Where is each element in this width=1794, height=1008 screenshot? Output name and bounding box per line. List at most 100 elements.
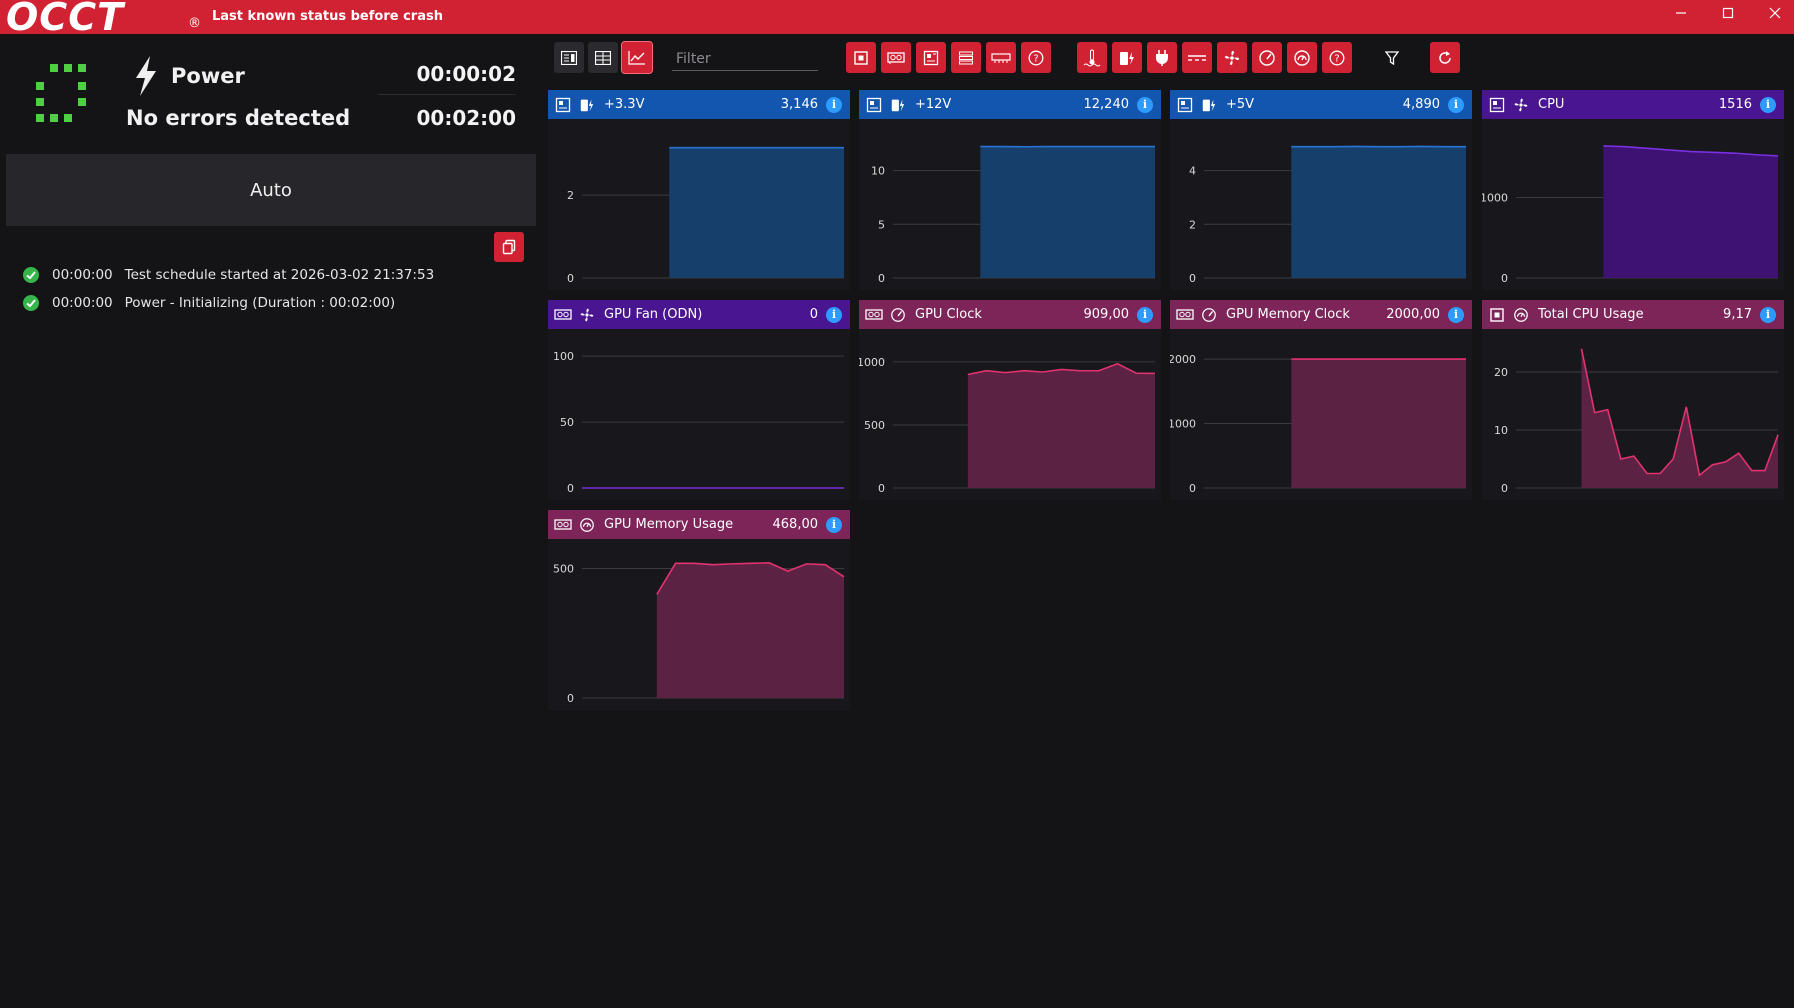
motherboard-icon bbox=[1488, 96, 1506, 114]
filter-temperature-button[interactable] bbox=[1077, 42, 1107, 73]
sensor-card-cpu-fan: CPU 1516 i 0 1000 bbox=[1482, 90, 1784, 290]
gauge-icon bbox=[1294, 49, 1310, 66]
registered-mark: ® bbox=[188, 16, 201, 31]
info-icon[interactable]: i bbox=[1137, 306, 1153, 323]
filter-power-button[interactable] bbox=[1147, 42, 1177, 73]
filter-fan-button[interactable] bbox=[1217, 42, 1247, 73]
filter-input[interactable] bbox=[672, 47, 818, 71]
minimize-button[interactable] bbox=[1658, 0, 1704, 26]
table-view-icon bbox=[595, 50, 611, 65]
info-icon[interactable]: i bbox=[1448, 306, 1464, 323]
sensor-chart: 02 bbox=[567, 146, 844, 285]
sensor-card-gpu-memory-clock: GPU Memory Clock 2000,00 i 0 1000 2000 bbox=[1170, 300, 1472, 500]
memory-stick-icon bbox=[991, 52, 1011, 63]
sensor-name: +5V bbox=[1226, 97, 1255, 112]
list-view-button[interactable] bbox=[554, 42, 584, 73]
sensor-value: 3,146 bbox=[780, 97, 818, 112]
info-icon[interactable]: i bbox=[826, 96, 842, 113]
speedometer-icon bbox=[889, 306, 907, 324]
filter-motherboard-button[interactable] bbox=[916, 42, 946, 73]
gpu-card-icon bbox=[865, 306, 883, 324]
y-tick-label: 0 bbox=[567, 482, 574, 495]
success-check-icon bbox=[23, 267, 39, 283]
filter-memory-button[interactable] bbox=[986, 42, 1016, 73]
sensor-value: 12,240 bbox=[1083, 97, 1130, 112]
funnel-icon bbox=[1384, 50, 1400, 65]
y-tick-label: 0 bbox=[567, 272, 574, 285]
sensor-name: GPU Memory Usage bbox=[604, 517, 734, 532]
info-icon[interactable]: i bbox=[1760, 96, 1776, 113]
motherboard-icon bbox=[923, 50, 939, 65]
crash-status-text: Last known status before crash bbox=[212, 9, 443, 24]
log-entry: 00:00:00 Test schedule started at 2026-0… bbox=[22, 264, 434, 286]
filter-usage-button[interactable] bbox=[1287, 42, 1317, 73]
sensor-chart: 0 2 4 bbox=[1189, 145, 1466, 285]
y-tick-label: 0 bbox=[878, 272, 885, 285]
gpu-card-icon bbox=[554, 516, 572, 534]
info-icon[interactable]: i bbox=[1448, 96, 1464, 113]
sensor-card-header: GPU Fan (ODN) 0 i bbox=[548, 300, 850, 329]
maximize-icon bbox=[1722, 7, 1734, 19]
filter-storage-button[interactable] bbox=[951, 42, 981, 73]
series-area bbox=[1603, 145, 1778, 278]
thermometer-icon bbox=[1083, 49, 1101, 66]
info-icon[interactable]: i bbox=[1137, 96, 1153, 113]
motherboard-icon bbox=[1176, 96, 1194, 114]
sensor-name: GPU Clock bbox=[915, 307, 982, 322]
voltage-icon bbox=[1200, 96, 1218, 114]
mode-button[interactable]: Auto bbox=[6, 154, 536, 226]
sensor-card-header: CPU 1516 i bbox=[1482, 90, 1784, 119]
sensor-value: 468,00 bbox=[772, 517, 819, 532]
close-window-button[interactable] bbox=[1752, 0, 1794, 26]
motherboard-icon bbox=[554, 96, 572, 114]
y-tick-label: 20 bbox=[1494, 366, 1508, 379]
y-tick-label: 2000 bbox=[1170, 353, 1196, 366]
test-status-panel: Power No errors detected 00:00:02 00:02:… bbox=[0, 34, 548, 1008]
filter-gpu-button[interactable] bbox=[881, 42, 911, 73]
filter-frequency-button[interactable] bbox=[1252, 42, 1282, 73]
log-entry: 00:00:00 Power - Initializing (Duration … bbox=[22, 292, 395, 314]
storage-icon bbox=[959, 51, 973, 64]
y-tick-label: 5 bbox=[878, 218, 885, 231]
speedometer-icon bbox=[1259, 49, 1275, 66]
y-tick-label: 1000 bbox=[1482, 191, 1508, 204]
filter-other-sensors-button[interactable]: ? bbox=[1322, 42, 1352, 73]
info-icon[interactable]: i bbox=[826, 306, 842, 323]
y-tick-label: 50 bbox=[560, 416, 574, 429]
sensor-name: +3.3V bbox=[604, 97, 645, 112]
maximize-button[interactable] bbox=[1705, 0, 1751, 26]
sensor-chart: 0 5 10 bbox=[871, 145, 1155, 285]
sensor-chart: 0 1000 2000 bbox=[1170, 353, 1466, 495]
info-icon[interactable]: i bbox=[1760, 306, 1776, 323]
graph-view-button[interactable] bbox=[621, 41, 653, 74]
table-view-button[interactable] bbox=[588, 42, 618, 73]
monitoring-toolbar: ? ? bbox=[552, 41, 1794, 78]
sensor-chart: 0 10 20 bbox=[1494, 348, 1779, 495]
gpu-card-icon bbox=[887, 51, 905, 64]
y-tick-label: 4 bbox=[1189, 165, 1196, 178]
reset-button[interactable] bbox=[1430, 42, 1460, 73]
test-duration: 00:02:00 bbox=[416, 106, 517, 130]
sensor-card-total-cpu-usage: Total CPU Usage 9,17 i 0 10 20 bbox=[1482, 300, 1784, 500]
copy-icon bbox=[502, 239, 516, 255]
copy-log-button[interactable] bbox=[494, 232, 524, 262]
filter-toggle-button[interactable] bbox=[1377, 42, 1407, 73]
elapsed-time: 00:00:02 bbox=[416, 62, 517, 86]
plug-icon bbox=[1156, 49, 1168, 66]
cpu-chip-icon bbox=[1488, 306, 1506, 324]
filter-current-button[interactable] bbox=[1182, 42, 1212, 73]
log-time: 00:00:00 bbox=[52, 295, 113, 311]
filter-other-button[interactable]: ? bbox=[1021, 42, 1051, 73]
success-check-icon bbox=[23, 295, 39, 311]
sensor-card-5v: +5V 4,890 i 0 2 4 bbox=[1170, 90, 1472, 290]
filter-voltage-button[interactable] bbox=[1112, 42, 1142, 73]
title-bar: OCCT ® Last known status before crash bbox=[0, 0, 1794, 36]
line-graph-icon bbox=[628, 50, 645, 65]
sensor-card-header: +3.3V 3,146 i bbox=[548, 90, 850, 119]
info-icon[interactable]: i bbox=[826, 516, 842, 533]
sensor-value: 2000,00 bbox=[1386, 307, 1440, 322]
sensor-card-header: GPU Clock 909,00 i bbox=[859, 300, 1161, 329]
sensor-chart: 0 500 1000 bbox=[859, 356, 1156, 495]
filter-cpu-button[interactable] bbox=[846, 42, 876, 73]
log-message: Power - Initializing (Duration : 00:02:0… bbox=[124, 295, 396, 311]
